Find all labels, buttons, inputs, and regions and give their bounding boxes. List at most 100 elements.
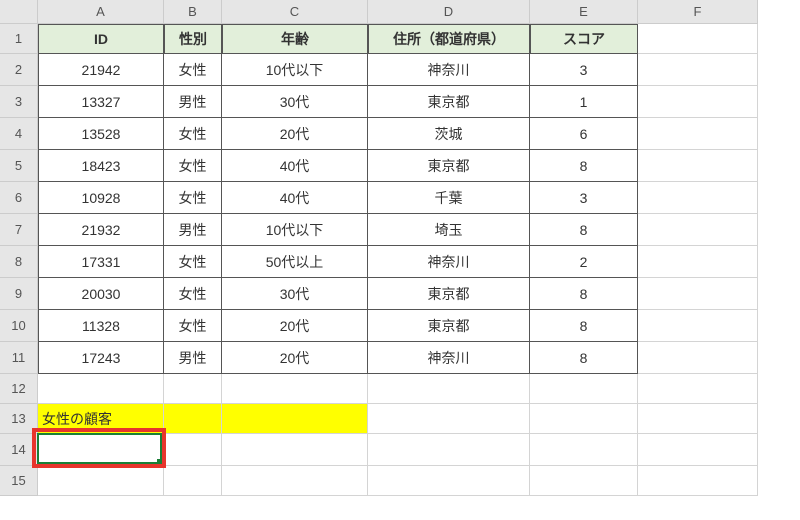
label-female-customers[interactable]: 女性の顧客 <box>38 404 164 434</box>
cell-blank[interactable] <box>638 466 758 496</box>
cell-blank[interactable] <box>368 466 530 496</box>
select-all-corner[interactable] <box>0 0 38 24</box>
table-cell[interactable]: 千葉 <box>368 182 530 214</box>
table-cell[interactable]: 1 <box>530 86 638 118</box>
table-cell[interactable]: 女性 <box>164 246 222 278</box>
table-cell[interactable]: 東京都 <box>368 150 530 182</box>
table-cell[interactable]: 茨城 <box>368 118 530 150</box>
table-cell[interactable]: 男性 <box>164 86 222 118</box>
column-header-E[interactable]: E <box>530 0 638 24</box>
cell-blank[interactable] <box>638 86 758 118</box>
column-header-B[interactable]: B <box>164 0 222 24</box>
cell-blank[interactable] <box>530 434 638 466</box>
table-cell[interactable]: 男性 <box>164 214 222 246</box>
table-cell[interactable]: 20代 <box>222 342 368 374</box>
table-header-cell[interactable]: スコア <box>530 24 638 54</box>
table-cell[interactable]: 10928 <box>38 182 164 214</box>
cell-blank[interactable] <box>530 374 638 404</box>
row-header-12[interactable]: 12 <box>0 374 38 404</box>
table-cell[interactable]: 3 <box>530 54 638 86</box>
table-cell[interactable]: 女性 <box>164 54 222 86</box>
table-cell[interactable]: 神奈川 <box>368 342 530 374</box>
cell-blank[interactable] <box>638 24 758 54</box>
table-header-cell[interactable]: 性別 <box>164 24 222 54</box>
table-cell[interactable]: 8 <box>530 342 638 374</box>
table-cell[interactable]: 10代以下 <box>222 54 368 86</box>
cell-blank[interactable] <box>638 434 758 466</box>
table-cell[interactable]: 6 <box>530 118 638 150</box>
table-header-cell[interactable]: 住所（都道府県） <box>368 24 530 54</box>
table-header-cell[interactable]: ID <box>38 24 164 54</box>
cell-blank[interactable] <box>38 434 164 466</box>
row-header-14[interactable]: 14 <box>0 434 38 466</box>
table-cell[interactable]: 男性 <box>164 342 222 374</box>
table-cell[interactable]: 2 <box>530 246 638 278</box>
cell-blank[interactable] <box>164 466 222 496</box>
row-header-9[interactable]: 9 <box>0 278 38 310</box>
cell-blank[interactable] <box>638 278 758 310</box>
cell-blank[interactable] <box>638 404 758 434</box>
cell-blank[interactable] <box>638 182 758 214</box>
row-header-10[interactable]: 10 <box>0 310 38 342</box>
row-header-6[interactable]: 6 <box>0 182 38 214</box>
cell-blank[interactable] <box>530 466 638 496</box>
table-cell[interactable]: 女性 <box>164 150 222 182</box>
cell-blank[interactable] <box>222 466 368 496</box>
cell-blank[interactable] <box>368 404 530 434</box>
table-header-cell[interactable]: 年齢 <box>222 24 368 54</box>
cell-blank[interactable] <box>638 54 758 86</box>
row-header-11[interactable]: 11 <box>0 342 38 374</box>
table-cell[interactable]: 20代 <box>222 118 368 150</box>
row-header-13[interactable]: 13 <box>0 404 38 434</box>
column-header-C[interactable]: C <box>222 0 368 24</box>
cell-blank[interactable] <box>38 374 164 404</box>
table-cell[interactable]: 3 <box>530 182 638 214</box>
table-cell[interactable]: 女性 <box>164 278 222 310</box>
cell-blank[interactable] <box>164 434 222 466</box>
table-cell[interactable]: 18423 <box>38 150 164 182</box>
table-cell[interactable]: 20030 <box>38 278 164 310</box>
table-cell[interactable]: 11328 <box>38 310 164 342</box>
cell-blank[interactable] <box>222 434 368 466</box>
table-cell[interactable]: 20代 <box>222 310 368 342</box>
table-cell[interactable]: 東京都 <box>368 86 530 118</box>
table-cell[interactable]: 東京都 <box>368 310 530 342</box>
table-cell[interactable]: 女性 <box>164 118 222 150</box>
row-header-7[interactable]: 7 <box>0 214 38 246</box>
table-cell[interactable]: 21942 <box>38 54 164 86</box>
row-header-15[interactable]: 15 <box>0 466 38 496</box>
cell-blank[interactable] <box>164 374 222 404</box>
row-header-5[interactable]: 5 <box>0 150 38 182</box>
cell-blank[interactable] <box>638 374 758 404</box>
cell-blank[interactable] <box>638 118 758 150</box>
cell-blank[interactable] <box>38 466 164 496</box>
table-cell[interactable]: 8 <box>530 278 638 310</box>
table-cell[interactable]: 17331 <box>38 246 164 278</box>
column-header-A[interactable]: A <box>38 0 164 24</box>
cell-blank[interactable] <box>638 246 758 278</box>
table-cell[interactable]: 40代 <box>222 182 368 214</box>
column-header-F[interactable]: F <box>638 0 758 24</box>
table-cell[interactable]: 神奈川 <box>368 54 530 86</box>
table-cell[interactable]: 10代以下 <box>222 214 368 246</box>
cell-blank[interactable] <box>638 310 758 342</box>
cell-blank[interactable] <box>638 342 758 374</box>
table-cell[interactable]: 8 <box>530 214 638 246</box>
table-cell[interactable]: 8 <box>530 150 638 182</box>
row-header-2[interactable]: 2 <box>0 54 38 86</box>
table-cell[interactable]: 30代 <box>222 278 368 310</box>
table-cell[interactable]: 50代以上 <box>222 246 368 278</box>
table-cell[interactable]: 女性 <box>164 182 222 214</box>
table-cell[interactable]: 40代 <box>222 150 368 182</box>
table-cell[interactable]: 神奈川 <box>368 246 530 278</box>
table-cell[interactable]: 13528 <box>38 118 164 150</box>
table-cell[interactable]: 女性 <box>164 310 222 342</box>
cell-blank[interactable] <box>530 404 638 434</box>
table-cell[interactable]: 8 <box>530 310 638 342</box>
cell-blank[interactable] <box>368 434 530 466</box>
cell-blank[interactable] <box>638 150 758 182</box>
table-cell[interactable]: 東京都 <box>368 278 530 310</box>
cell-yellow[interactable] <box>222 404 368 434</box>
row-header-8[interactable]: 8 <box>0 246 38 278</box>
cell-blank[interactable] <box>222 374 368 404</box>
